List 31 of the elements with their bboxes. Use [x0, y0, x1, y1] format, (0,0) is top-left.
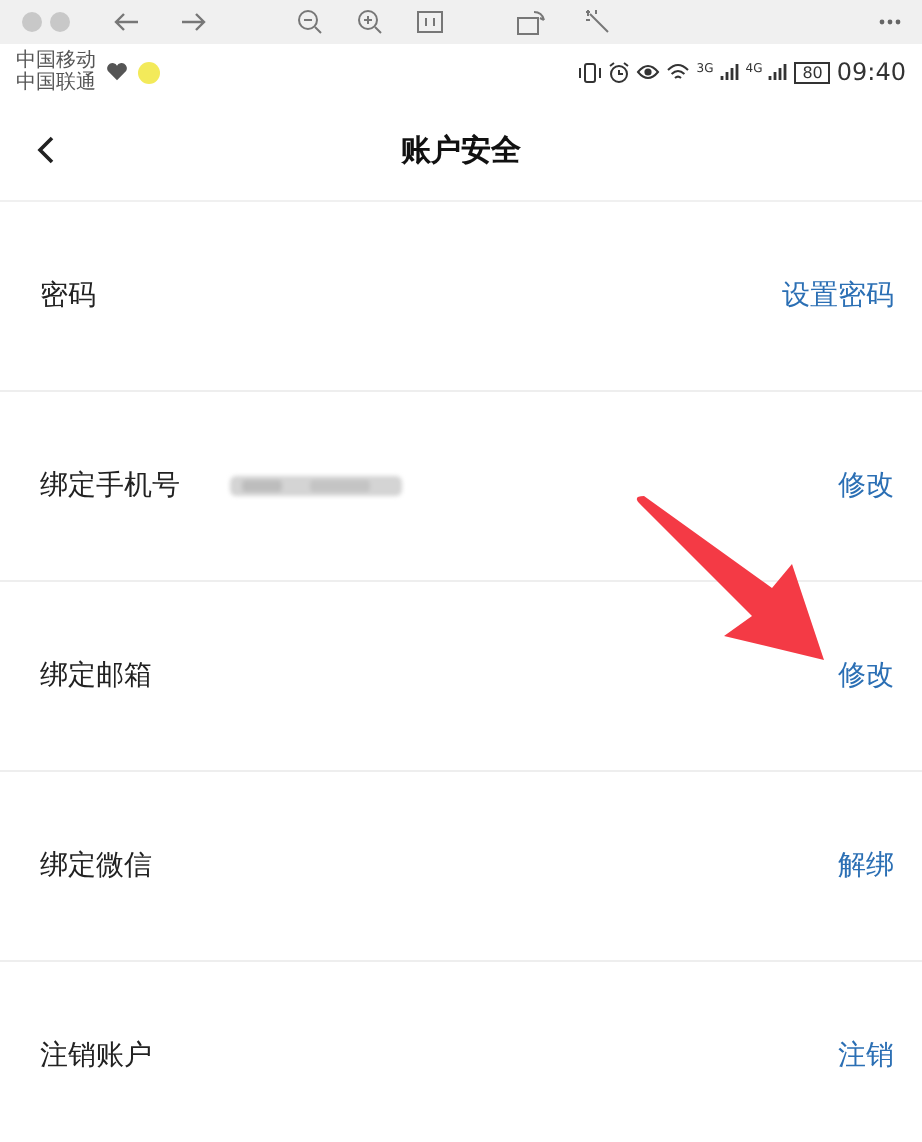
zoom-in-icon[interactable]: [356, 8, 384, 36]
battery-level: 80: [794, 61, 831, 83]
actual-size-icon[interactable]: [416, 10, 444, 34]
action-link[interactable]: 注销: [838, 1038, 894, 1074]
magic-wand-icon[interactable]: [584, 8, 612, 36]
setting-label: 绑定微信: [40, 848, 152, 884]
signal-icon: [768, 62, 789, 82]
action-link[interactable]: 设置密码: [782, 278, 894, 314]
setting-label: 绑定手机号: [40, 468, 180, 504]
badge-icon: [138, 61, 160, 83]
wifi-icon: [666, 62, 691, 82]
clock-time: 09:40: [836, 58, 906, 86]
setting-label: 注销账户: [40, 1038, 152, 1074]
rotate-icon[interactable]: [516, 8, 548, 36]
action-link[interactable]: 解绑: [838, 848, 894, 884]
signal-icon: [719, 62, 740, 82]
more-icon[interactable]: [878, 18, 902, 26]
eye-icon: [636, 62, 661, 82]
carrier-name: 中国联通: [16, 72, 96, 94]
carrier-name: 中国移动: [16, 50, 96, 72]
vibrate-icon: [578, 61, 603, 83]
setting-label: 密码: [40, 278, 96, 314]
action-link[interactable]: 修改: [838, 658, 894, 694]
zoom-out-icon[interactable]: [296, 8, 324, 36]
forward-icon[interactable]: [180, 10, 208, 34]
action-link[interactable]: 修改: [838, 468, 894, 504]
alarm-icon: [608, 61, 631, 83]
back-icon[interactable]: [36, 136, 56, 164]
heart-icon: [106, 62, 128, 82]
setting-label: 绑定邮箱: [40, 658, 152, 694]
page-title: 账户安全: [401, 131, 521, 169]
